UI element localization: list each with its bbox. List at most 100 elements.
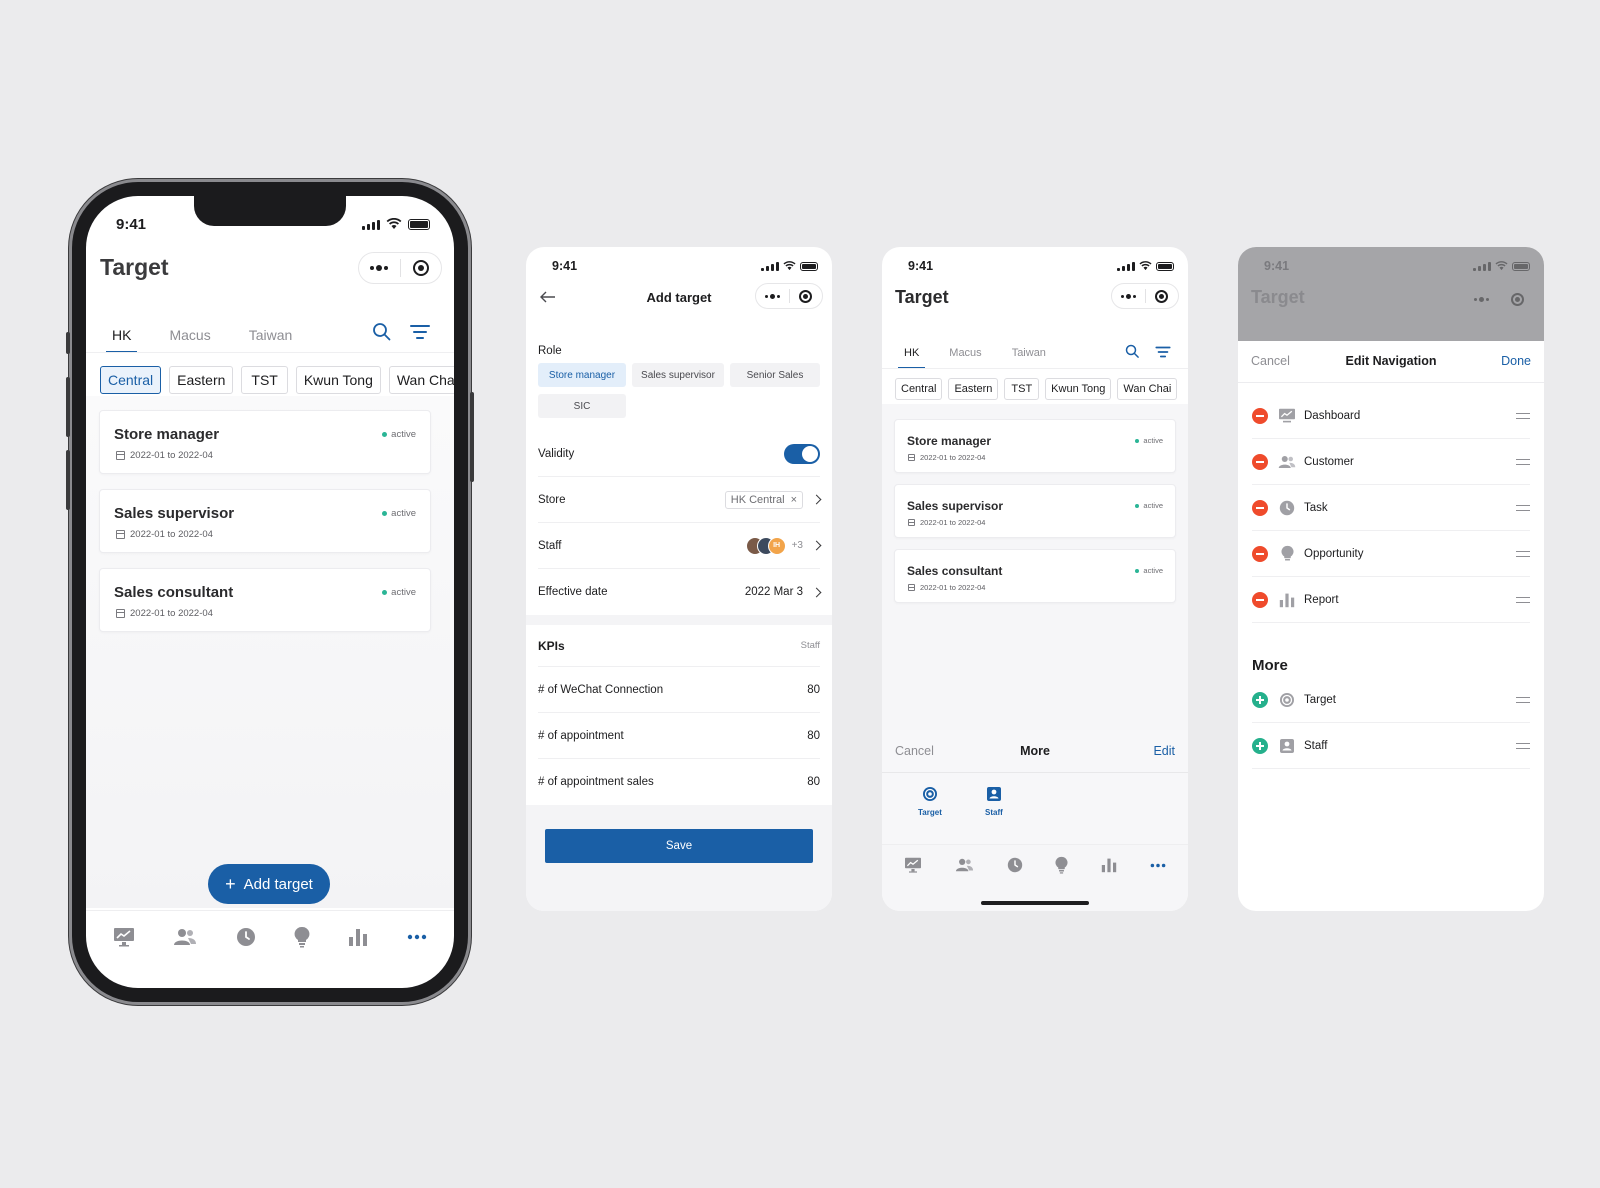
search-icon[interactable] [372,322,392,342]
kpi-label: # of appointment sales [538,776,654,788]
remove-icon[interactable] [1252,591,1268,608]
opportunity-icon [1278,545,1296,563]
remove-icon[interactable] [1252,545,1268,562]
target-card[interactable]: Sales supervisor 2022-01 to 2022-04 acti… [99,489,431,553]
chevron-right-icon [811,587,822,597]
remove-icon[interactable] [1252,407,1268,424]
tab-macus[interactable]: Macus [169,327,210,343]
drag-handle-icon[interactable] [1516,596,1530,603]
sheet-title: More [1020,744,1050,758]
nav-item-label: Target [1304,693,1336,706]
chip-tst[interactable]: TST [241,366,288,394]
nav-item-label: Customer [1304,455,1354,468]
filter-icon[interactable] [1155,346,1171,358]
close-capsule-button[interactable] [1145,289,1178,303]
dashboard-icon[interactable] [904,857,922,873]
close-capsule-button[interactable] [789,289,822,303]
chip-kwun-tong[interactable]: Kwun Tong [295,366,381,394]
drag-handle-icon[interactable] [1516,742,1530,749]
add-icon[interactable] [1252,737,1268,754]
effective-date-row[interactable]: Effective date 2022 Mar 3 [538,569,822,615]
more-item-staff[interactable]: Staff [985,786,1003,817]
role-chip-sales-supervisor[interactable]: Sales supervisor [632,363,724,387]
chip-wan-chai[interactable]: Wan Chai [388,366,454,394]
card-date: 2022-01 to 2022-04 [908,453,985,462]
remove-icon[interactable] [1252,453,1268,470]
edit-button[interactable]: Edit [1153,744,1175,758]
more-dots-icon[interactable] [1112,293,1145,299]
more-dots-icon[interactable] [359,265,400,271]
nav-item-label: Dashboard [1304,409,1361,422]
region-tabs: HK Macus Taiwan [105,327,293,353]
tab-taiwan[interactable]: Taiwan [249,327,293,343]
drag-handle-icon[interactable] [1516,550,1530,557]
kpi-row[interactable]: # of appointment sales 80 [538,759,820,805]
task-icon[interactable] [236,927,256,947]
kpi-value[interactable]: 80 [807,684,820,696]
customer-icon[interactable] [955,858,974,872]
report-icon[interactable] [1101,857,1117,873]
chip-kwun-tong[interactable]: Kwun Tong [1045,378,1112,400]
role-chip-store-manager[interactable]: Store manager [538,363,626,387]
calendar-icon [116,530,125,539]
save-button[interactable]: Save [545,829,813,863]
filter-icon[interactable] [410,324,430,340]
signal-icon [1473,262,1491,271]
kpi-row[interactable]: # of WeChat Connection 80 [538,667,820,713]
calendar-icon [908,454,915,461]
drag-handle-icon[interactable] [1516,696,1530,703]
more-icon[interactable] [407,934,427,940]
store-row[interactable]: Store HK Central × [538,477,822,523]
opportunity-icon[interactable] [294,926,310,948]
validity-toggle[interactable] [784,443,820,464]
drag-handle-icon[interactable] [1516,458,1530,465]
chip-tst[interactable]: TST [1004,378,1040,400]
task-icon[interactable] [1007,857,1023,873]
search-icon[interactable] [1125,344,1140,359]
more-item-target[interactable]: Target [918,786,942,817]
tab-hk[interactable]: HK [897,347,926,369]
add-icon[interactable] [1252,691,1268,708]
nav-item-opportunity: Opportunity [1252,531,1530,577]
close-capsule-button[interactable] [400,260,441,276]
kpi-value[interactable]: 80 [807,730,820,742]
card-date: 2022-01 to 2022-04 [116,529,213,540]
target-card[interactable]: Sales consultant 2022-01 to 2022-04 acti… [894,549,1176,603]
kpi-row[interactable]: # of appointment 80 [538,713,820,759]
tab-macus[interactable]: Macus [949,347,981,359]
more-icon[interactable] [1150,863,1166,868]
target-card[interactable]: Store manager 2022-01 to 2022-04 active [894,419,1176,473]
target-card[interactable]: Sales supervisor 2022-01 to 2022-04 acti… [894,484,1176,538]
add-target-button[interactable]: + Add target [208,864,330,904]
role-chip-sic[interactable]: SIC [538,394,626,418]
mini-program-capsule [358,252,442,284]
customer-icon[interactable] [173,928,197,946]
remove-tag-icon[interactable]: × [791,494,797,506]
done-button[interactable]: Done [1501,354,1531,368]
status-badge: active [1135,501,1163,510]
more-dots-icon[interactable] [756,293,789,299]
chip-eastern[interactable]: Eastern [169,366,234,394]
customer-icon [1278,453,1296,471]
chip-central[interactable]: Central [100,366,162,394]
kpi-value[interactable]: 80 [807,776,820,788]
drag-handle-icon[interactable] [1516,412,1530,419]
status-time: 9:41 [1264,259,1290,273]
tab-taiwan[interactable]: Taiwan [1012,347,1046,359]
more-item-staff: Staff [1252,723,1530,769]
tab-hk[interactable]: HK [105,327,139,353]
staff-row[interactable]: Staff IH +3 [538,523,822,569]
opportunity-icon[interactable] [1055,856,1068,874]
drag-handle-icon[interactable] [1516,504,1530,511]
chip-eastern[interactable]: Eastern [948,378,999,400]
calendar-icon [908,584,915,591]
target-card[interactable]: Store manager 2022-01 to 2022-04 active [99,410,431,474]
dashboard-icon[interactable] [113,927,135,947]
nav-item-label: Task [1304,501,1328,514]
remove-icon[interactable] [1252,499,1268,516]
role-chip-senior-sales[interactable]: Senior Sales [730,363,820,387]
chip-wan-chai[interactable]: Wan Chai [1117,378,1178,400]
report-icon[interactable] [348,927,368,947]
chip-central[interactable]: Central [895,378,943,400]
target-card[interactable]: Sales consultant 2022-01 to 2022-04 acti… [99,568,431,632]
